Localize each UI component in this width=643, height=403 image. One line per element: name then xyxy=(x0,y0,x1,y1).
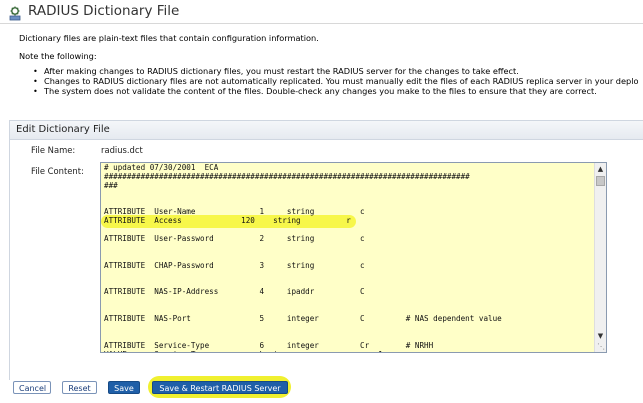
editor-line: ATTRIBUTE NAS-IP-Address 4 ipaddr C xyxy=(104,287,365,297)
resize-grip-icon[interactable]: ⋱ xyxy=(597,343,605,351)
cancel-button[interactable]: Cancel xyxy=(13,381,51,394)
page-title: RADIUS Dictionary File xyxy=(28,3,180,19)
list-item: After making changes to RADIUS dictionar… xyxy=(30,66,639,76)
editor-line: ########################################… xyxy=(104,171,470,181)
intro-description: Dictionary files are plain-text files th… xyxy=(19,33,319,43)
file-content-label: File Content: xyxy=(31,166,84,176)
notes-list: After making changes to RADIUS dictionar… xyxy=(30,66,639,96)
gear-dictionary-icon xyxy=(9,6,21,21)
note-heading: Note the following: xyxy=(19,51,97,61)
section-title: Edit Dictionary File xyxy=(16,124,110,135)
file-name-label: File Name: xyxy=(31,145,76,155)
file-content-text[interactable]: # updated 07/30/2001 ECA ################… xyxy=(104,163,592,352)
scroll-up-arrow-icon[interactable]: ▲ xyxy=(596,165,605,174)
vertical-scrollbar[interactable]: ▲ ▼ xyxy=(594,163,606,352)
file-name-value: radius.dct xyxy=(101,145,143,155)
editor-line: ATTRIBUTE NAS-Port 5 integer C # NAS dep… xyxy=(104,314,502,324)
list-item: Changes to RADIUS dictionary files are n… xyxy=(30,76,639,86)
editor-line: ### xyxy=(104,180,118,190)
save-button[interactable]: Save xyxy=(108,381,140,394)
reset-button[interactable]: Reset xyxy=(62,381,97,394)
save-restart-button[interactable]: Save & Restart RADIUS Server xyxy=(152,381,288,394)
editor-line: VALUE Service-Type Login 1 xyxy=(104,350,592,352)
editor-line: ATTRIBUTE CHAP-Password 3 string c xyxy=(104,260,365,270)
list-item: The system does not validate the content… xyxy=(30,86,639,96)
header-divider xyxy=(0,23,643,24)
page-header: RADIUS Dictionary File xyxy=(0,0,643,24)
scroll-down-arrow-icon[interactable]: ▼ xyxy=(596,332,605,341)
file-content-textarea[interactable]: # updated 07/30/2001 ECA ################… xyxy=(100,162,607,353)
section-header: Edit Dictionary File xyxy=(10,121,643,140)
editor-line: ATTRIBUTE User-Password 2 string c xyxy=(104,234,365,244)
editor-line: ATTRIBUTE Access 120 string r xyxy=(104,216,351,226)
scrollbar-thumb[interactable] xyxy=(596,176,605,186)
